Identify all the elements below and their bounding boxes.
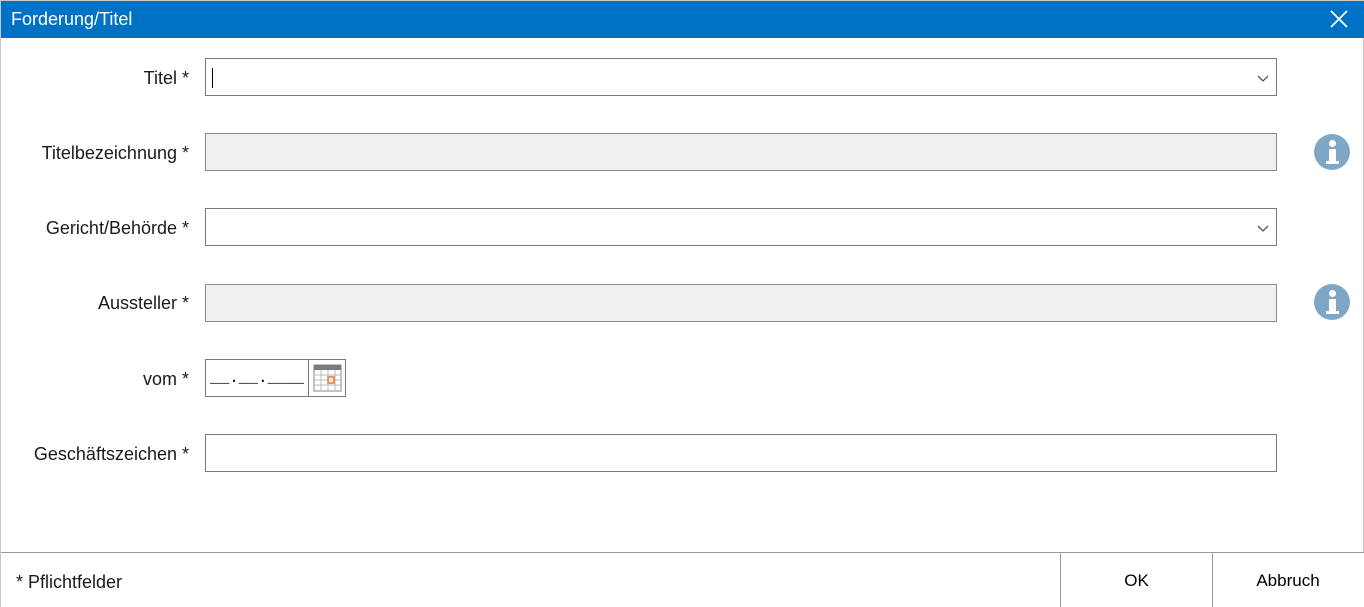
cancel-button[interactable]: Abbruch bbox=[1212, 553, 1363, 607]
geschaeftszeichen-label: Geschäftszeichen * bbox=[33, 444, 189, 464]
gericht-label: Gericht/Behörde * bbox=[45, 218, 189, 238]
geschaeftszeichen-input[interactable] bbox=[206, 435, 1276, 471]
vom-label: vom * bbox=[142, 369, 189, 389]
aussteller-label: Aussteller * bbox=[97, 293, 189, 313]
titelbezeichnung-field bbox=[205, 133, 1277, 171]
titlebar: Forderung/Titel bbox=[1, 1, 1364, 38]
info-icon[interactable] bbox=[1314, 284, 1350, 320]
vom-date-input[interactable] bbox=[206, 360, 308, 396]
gericht-input[interactable] bbox=[206, 209, 1276, 245]
gericht-combobox[interactable] bbox=[205, 208, 1277, 246]
calendar-icon bbox=[313, 364, 342, 392]
chevron-down-icon[interactable] bbox=[1256, 72, 1270, 84]
dialog-window: Forderung/Titel Titel * Titelbezeichnung… bbox=[0, 0, 1364, 607]
text-caret bbox=[212, 68, 213, 88]
titelbezeichnung-label: Titelbezeichnung * bbox=[41, 143, 189, 163]
titel-input[interactable] bbox=[206, 59, 1276, 95]
ok-button[interactable]: OK bbox=[1060, 553, 1212, 607]
titel-combobox[interactable] bbox=[205, 58, 1277, 96]
aussteller-input bbox=[206, 285, 1276, 321]
close-icon[interactable] bbox=[1327, 7, 1351, 31]
required-fields-note: * Pflichtfelder bbox=[16, 572, 123, 592]
titel-label: Titel * bbox=[143, 68, 189, 88]
dialog-footer: * Pflichtfelder OK Abbruch bbox=[1, 552, 1364, 607]
titelbezeichnung-input bbox=[206, 134, 1276, 170]
window-title: Forderung/Titel bbox=[11, 9, 133, 29]
vom-date-field[interactable] bbox=[205, 359, 309, 397]
calendar-button[interactable] bbox=[308, 359, 346, 397]
geschaeftszeichen-field[interactable] bbox=[205, 434, 1277, 472]
chevron-down-icon[interactable] bbox=[1256, 222, 1270, 234]
info-icon[interactable] bbox=[1314, 134, 1350, 170]
aussteller-field bbox=[205, 284, 1277, 322]
